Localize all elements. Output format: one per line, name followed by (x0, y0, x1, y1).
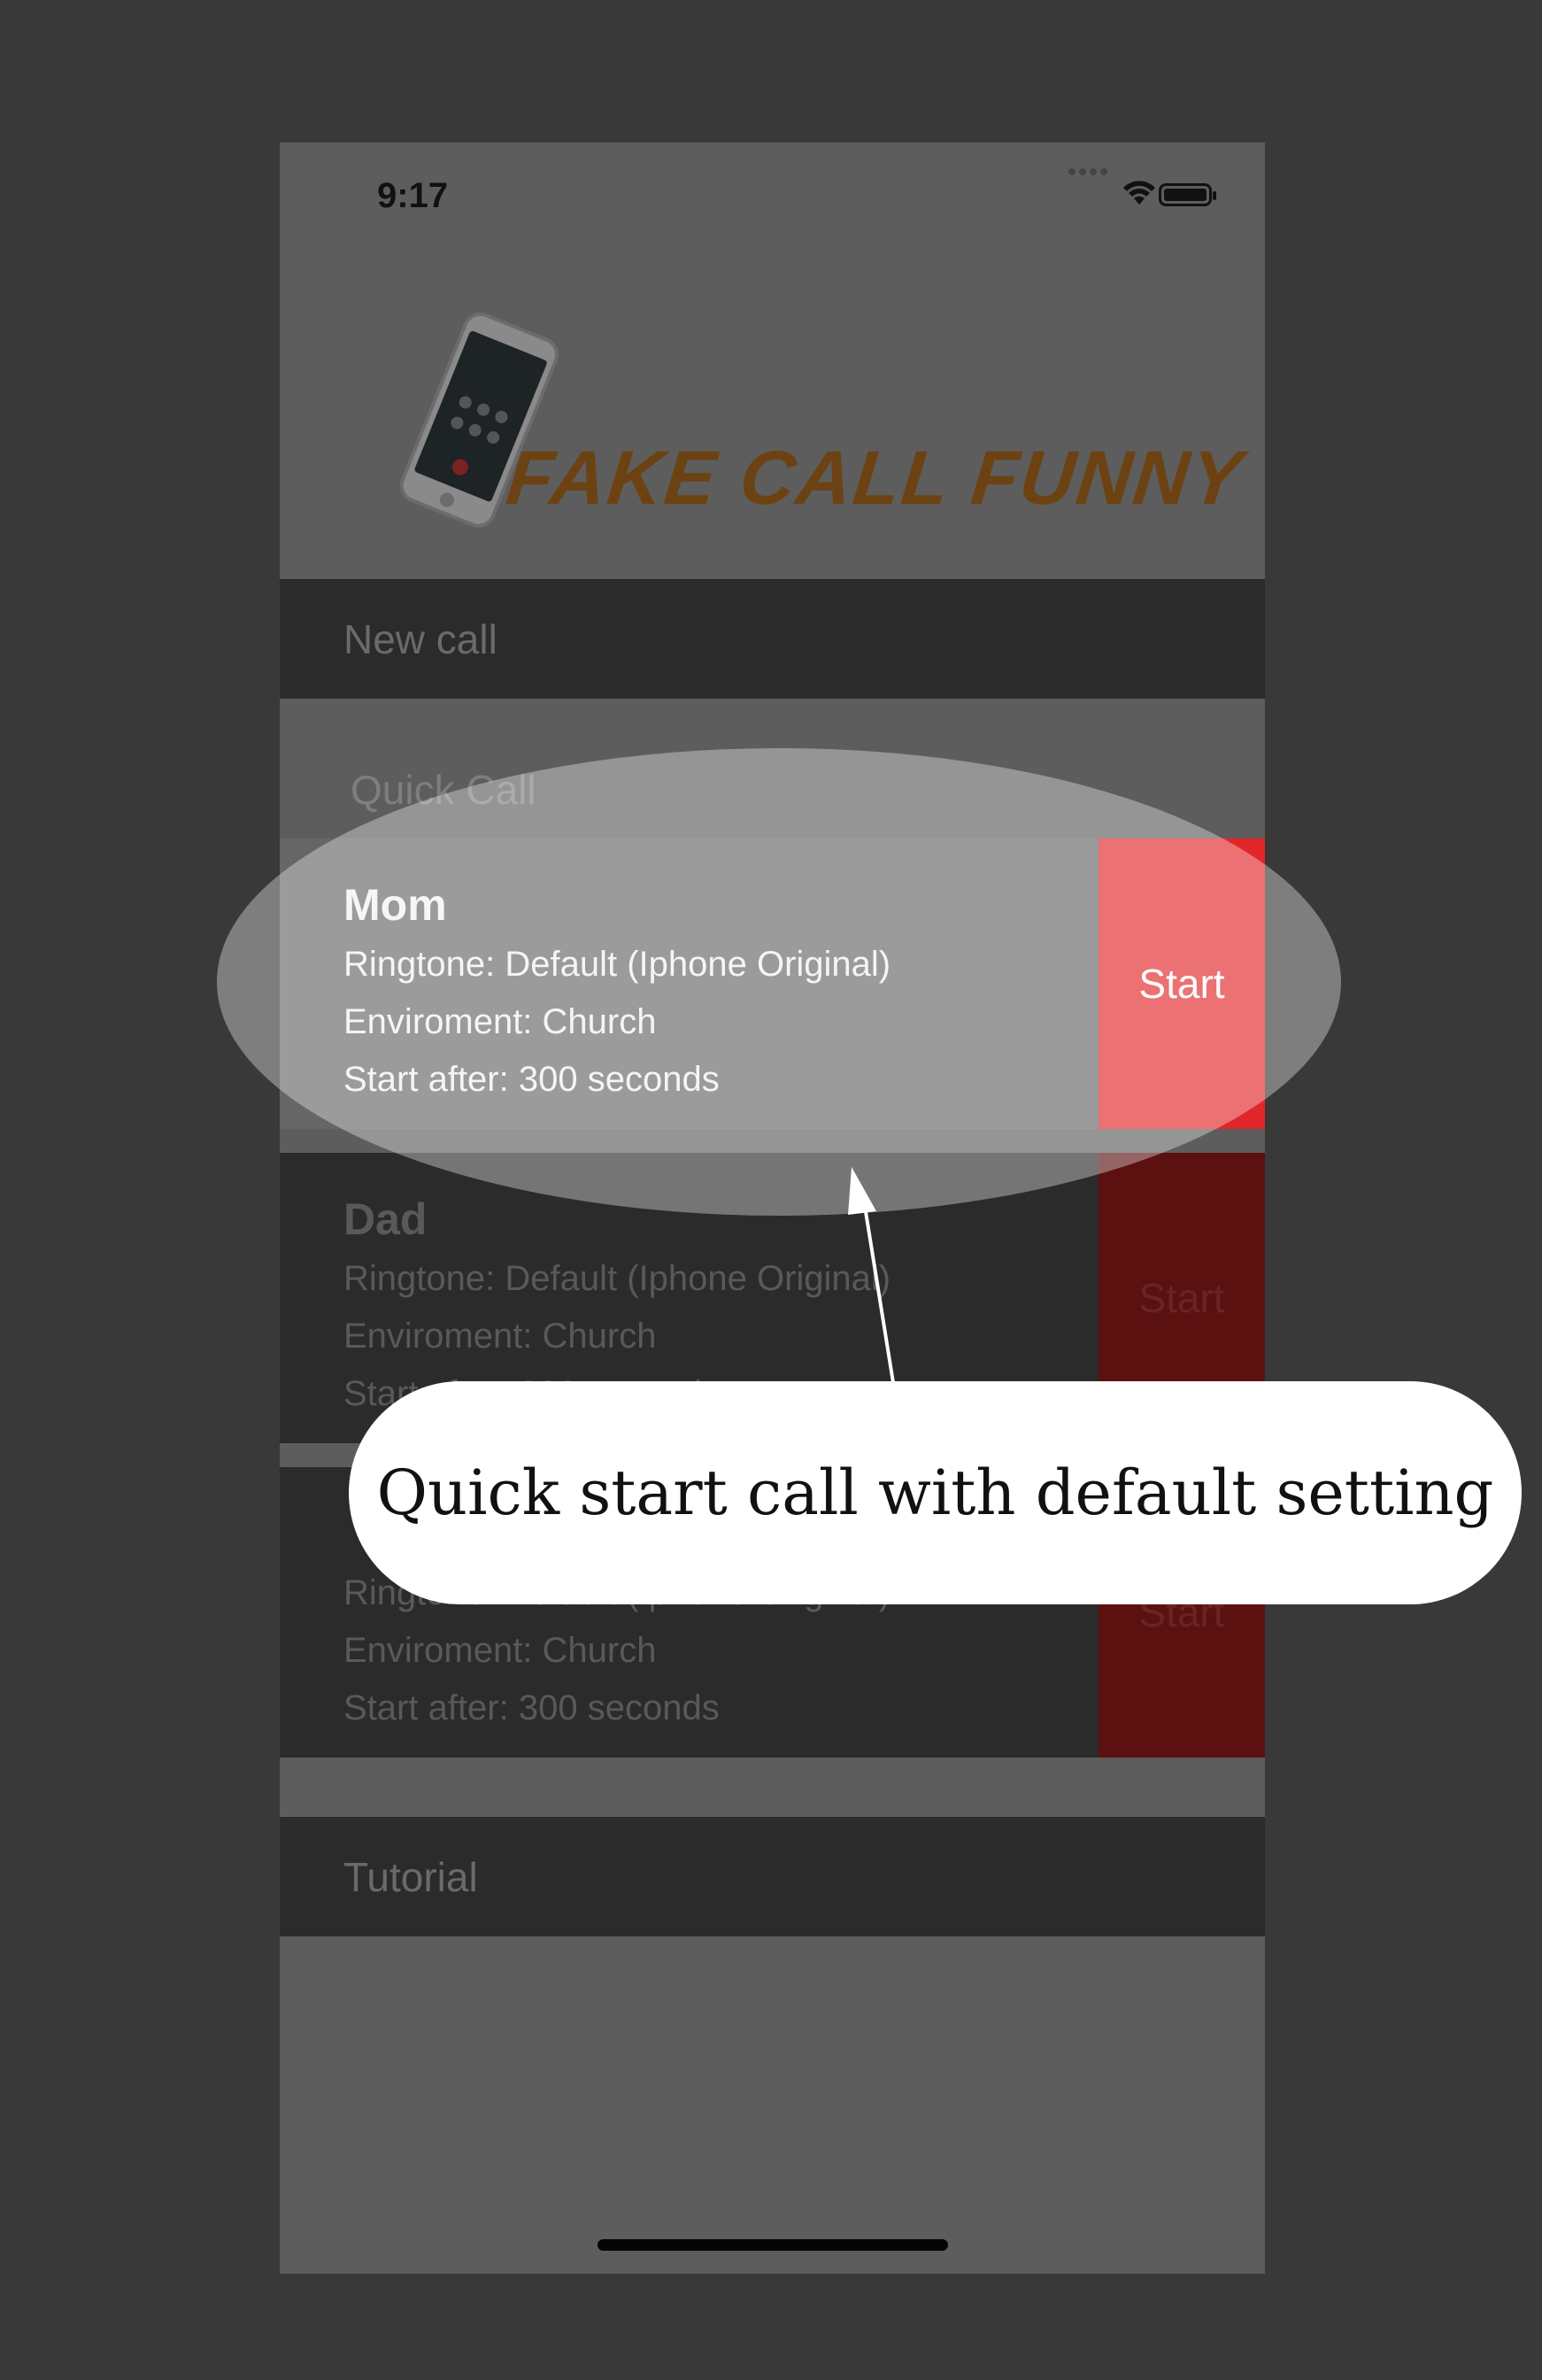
callout-text: Quick start call with default setting (376, 1457, 1494, 1529)
app-logo-text: FAKE CALL FUNNY (503, 436, 1248, 521)
tutorial-button[interactable]: Tutorial (280, 1817, 1265, 1936)
signal-icon (1068, 164, 1114, 175)
new-call-label: New call (343, 615, 497, 662)
wifi-icon (1123, 181, 1155, 205)
annotation-callout: Quick start call with default setting (349, 1381, 1522, 1604)
contact-name: Dad (343, 1194, 428, 1244)
environment-text: Enviroment: Church (343, 1317, 657, 1356)
new-call-button[interactable]: New call (280, 579, 1265, 699)
start-after-text: Start after: 300 seconds (343, 1688, 720, 1727)
ringtone-text: Ringtone: Default (Iphone Original) (343, 1259, 891, 1298)
battery-icon (1159, 183, 1216, 206)
spotlight-highlight (217, 748, 1341, 1216)
home-indicator (598, 2239, 948, 2251)
tutorial-label: Tutorial (343, 1853, 478, 1900)
environment-text: Enviroment: Church (343, 1631, 657, 1670)
status-time: 9:17 (377, 176, 449, 215)
